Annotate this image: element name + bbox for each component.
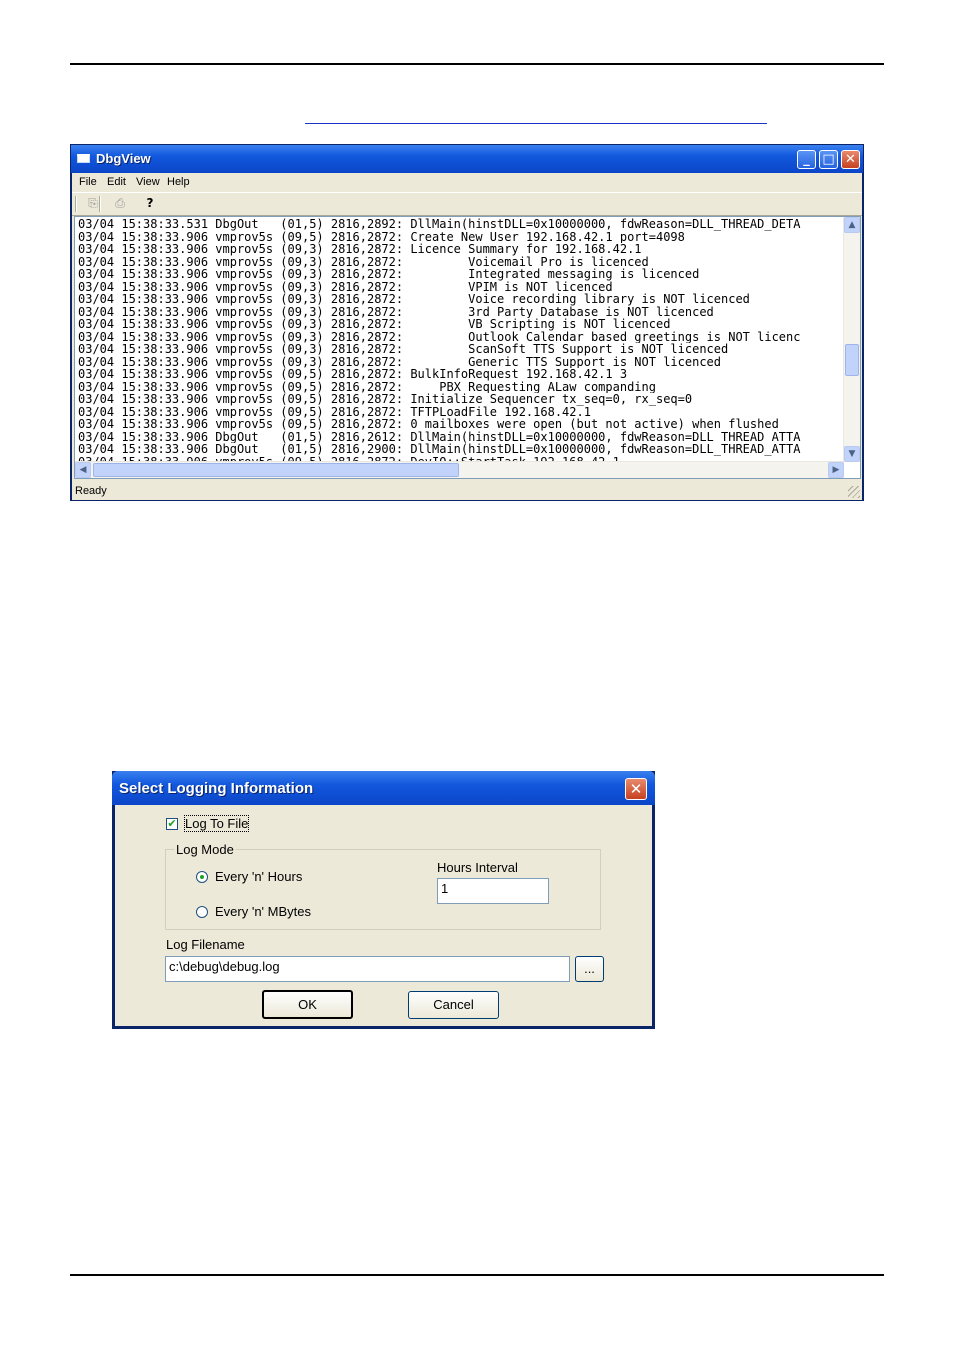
footer-rule — [70, 1274, 884, 1276]
cancel-button[interactable]: Cancel — [408, 991, 499, 1019]
resize-grip-icon[interactable] — [848, 486, 860, 498]
hours-interval-label: Hours Interval — [437, 860, 518, 875]
log-output[interactable]: 03/04 15:38:33.531 DbgOut (01,5) 2816,28… — [74, 216, 861, 479]
log-mode-label: Log Mode — [174, 842, 236, 857]
log-lines: 03/04 15:38:33.531 DbgOut (01,5) 2816,28… — [78, 218, 848, 463]
scroll-right-icon[interactable]: ▶ — [828, 462, 844, 478]
log-line: 03/04 15:38:33.906 DbgOut (01,5) 2816,26… — [78, 430, 801, 443]
minimize-icon[interactable]: _ — [797, 150, 816, 169]
log-to-file-checkbox[interactable]: ✔ — [166, 818, 178, 830]
every-n-hours-label[interactable]: Every 'n' Hours — [215, 869, 302, 884]
log-line: 03/04 15:38:33.906 DbgOut (01,5) 2816,29… — [78, 443, 801, 456]
status-bar: Ready — [72, 482, 862, 500]
close-icon[interactable]: ✕ — [841, 150, 860, 169]
log-line: 03/04 15:38:33.906 vmprov5s (09,3) 2816,… — [78, 305, 714, 318]
log-line: 03/04 15:38:33.906 vmprov5s (09,5) 2816,… — [78, 418, 779, 431]
every-n-mbytes-radio[interactable] — [196, 906, 208, 918]
horizontal-scrollbar[interactable]: ◀ ▶ — [75, 461, 844, 478]
log-line: 03/04 15:38:33.906 vmprov5s (09,5) 2816,… — [78, 380, 656, 393]
log-line: 03/04 15:38:33.906 vmprov5s (09,3) 2816,… — [78, 280, 613, 293]
dbgview-titlebar[interactable]: DbgView _ □ ✕ — [71, 145, 863, 173]
status-text: Ready — [75, 485, 107, 497]
log-to-file-label[interactable]: Log To File — [183, 815, 250, 832]
hours-interval-input[interactable]: 1 — [437, 878, 549, 904]
log-line: 03/04 15:38:33.906 vmprov5s (09,3) 2816,… — [78, 268, 700, 281]
log-filename-label: Log Filename — [166, 937, 245, 952]
log-line: 03/04 15:38:33.906 vmprov5s (09,3) 2816,… — [78, 318, 671, 331]
every-n-hours-radio[interactable] — [196, 871, 208, 883]
log-line: 03/04 15:38:33.906 vmprov5s (09,5) 2816,… — [78, 405, 591, 418]
every-n-mbytes-label[interactable]: Every 'n' MBytes — [215, 904, 311, 919]
dialog-close-icon[interactable]: ✕ — [625, 778, 647, 800]
horizontal-scroll-thumb[interactable] — [93, 463, 459, 477]
log-line: 03/04 15:38:33.531 DbgOut (01,5) 2816,28… — [78, 218, 801, 231]
scroll-down-icon[interactable]: ▼ — [844, 446, 860, 462]
dbgview-title: DbgView — [96, 151, 151, 166]
maximize-icon[interactable]: □ — [819, 150, 838, 169]
dbgview-client: File Edit View Help ⎘ ⎙ ? 03/04 15:38:33… — [72, 173, 862, 500]
log-filename-input[interactable]: c:\debug\debug.log — [165, 956, 570, 982]
toolbar: ⎘ ⎙ ? — [72, 192, 862, 216]
hyperlink-underline[interactable] — [305, 123, 767, 124]
log-line: 03/04 15:38:33.906 vmprov5s (09,3) 2816,… — [78, 293, 750, 306]
menu-file[interactable]: File — [79, 176, 97, 188]
log-line: 03/04 15:38:33.906 vmprov5s (09,3) 2816,… — [78, 343, 729, 356]
print-icon[interactable]: ⎙ — [112, 196, 128, 211]
ok-button[interactable]: OK — [262, 990, 353, 1019]
log-line: 03/04 15:38:33.906 vmprov5s (09,5) 2816,… — [78, 393, 693, 406]
header-rule — [70, 63, 884, 65]
dialog-body: ✔ Log To File Log Mode Every 'n' Hours E… — [115, 805, 652, 1026]
menu-help[interactable]: Help — [167, 176, 190, 188]
dbgview-window: DbgView _ □ ✕ File Edit View Help ⎘ ⎙ ? … — [70, 144, 864, 501]
log-line: 03/04 15:38:33.906 vmprov5s (09,3) 2816,… — [78, 255, 649, 268]
window-icon — [77, 154, 90, 163]
log-line: 03/04 15:38:33.906 vmprov5s (09,3) 2816,… — [78, 355, 721, 368]
dialog-title: Select Logging Information — [119, 780, 314, 797]
scroll-up-icon[interactable]: ▲ — [844, 217, 860, 233]
toolbar-separator — [99, 196, 101, 212]
browse-button[interactable]: ... — [575, 956, 604, 982]
log-line: 03/04 15:38:33.906 vmprov5s (09,5) 2816,… — [78, 368, 628, 381]
help-icon[interactable]: ? — [142, 196, 158, 211]
vertical-scrollbar[interactable]: ▲ ▼ — [843, 217, 860, 462]
scroll-left-icon[interactable]: ◀ — [75, 462, 91, 478]
toolbar-separator — [75, 196, 77, 212]
vertical-scroll-thumb[interactable] — [845, 344, 859, 376]
logging-dialog: Select Logging Information ✕ ✔ Log To Fi… — [112, 771, 655, 1029]
menu-bar: File Edit View Help — [72, 173, 862, 191]
log-line: 03/04 15:38:33.906 vmprov5s (09,3) 2816,… — [78, 243, 642, 256]
menu-view[interactable]: View — [136, 176, 160, 188]
log-line: 03/04 15:38:33.906 vmprov5s (09,3) 2816,… — [78, 330, 801, 343]
menu-edit[interactable]: Edit — [107, 176, 126, 188]
log-line: 03/04 15:38:33.906 vmprov5s (09,5) 2816,… — [78, 230, 685, 243]
dialog-titlebar[interactable]: Select Logging Information ✕ — [112, 771, 655, 805]
